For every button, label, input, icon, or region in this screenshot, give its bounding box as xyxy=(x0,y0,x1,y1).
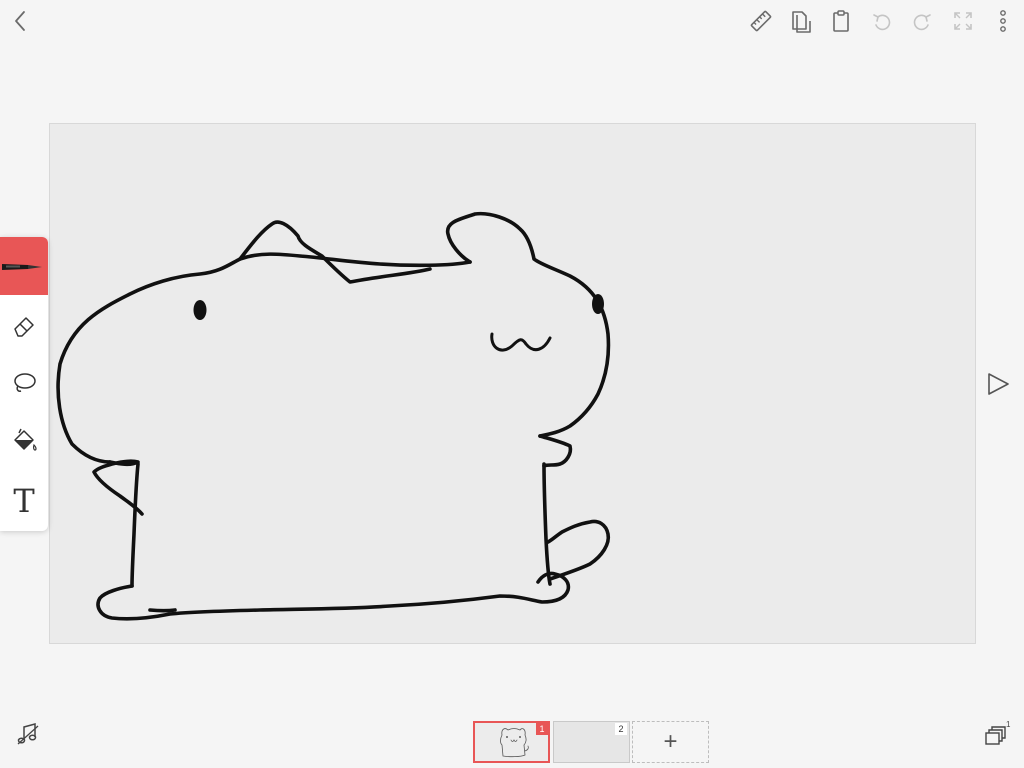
copy-pages-button[interactable] xyxy=(788,8,814,34)
eraser-tool-button[interactable] xyxy=(0,297,48,353)
pen-icon xyxy=(2,264,42,270)
audio-button[interactable] xyxy=(14,720,42,748)
layers-button[interactable]: 1 xyxy=(982,720,1012,750)
text-tool-button[interactable]: T xyxy=(0,473,48,529)
play-icon xyxy=(988,373,1009,395)
ruler-button[interactable] xyxy=(748,8,774,34)
more-options-button[interactable] xyxy=(990,8,1016,34)
text-icon: T xyxy=(13,482,35,520)
ruler-icon xyxy=(750,10,772,32)
clipboard-icon xyxy=(833,10,849,32)
layers-icon: 1 xyxy=(985,720,1011,745)
back-button[interactable] xyxy=(8,8,34,34)
cat-drawing xyxy=(56,211,611,621)
redo-button[interactable] xyxy=(909,8,935,34)
undo-icon xyxy=(873,14,891,31)
frame-number-badge: 1 xyxy=(536,723,548,735)
frame-thumbnail-2[interactable]: 2 xyxy=(553,721,630,763)
frame-number-badge: 2 xyxy=(615,723,627,735)
layers-count-badge: 1 xyxy=(1006,720,1011,729)
fill-tool-button[interactable] xyxy=(0,413,48,469)
redo-icon xyxy=(913,14,931,31)
chevron-left-icon xyxy=(15,11,25,31)
fullscreen-button[interactable] xyxy=(950,8,976,34)
frame-thumbnail-1[interactable]: 1 xyxy=(473,721,550,763)
undo-button[interactable] xyxy=(869,8,895,34)
paste-button[interactable] xyxy=(828,8,854,34)
pen-tool-button[interactable] xyxy=(0,237,48,295)
copy-pages-icon xyxy=(792,11,811,33)
add-frame-button[interactable]: + xyxy=(632,721,709,763)
play-button[interactable] xyxy=(984,370,1012,398)
drawing-canvas[interactable] xyxy=(49,123,976,644)
music-note-icon xyxy=(17,723,39,745)
plus-icon: + xyxy=(663,728,678,755)
lasso-tool-button[interactable] xyxy=(0,355,48,411)
eraser-icon xyxy=(14,317,34,337)
fullscreen-icon xyxy=(954,12,972,30)
tool-palette: T xyxy=(0,237,48,531)
lasso-icon xyxy=(14,373,36,392)
more-vertical-icon xyxy=(1000,10,1006,32)
paint-bucket-icon xyxy=(14,428,37,451)
